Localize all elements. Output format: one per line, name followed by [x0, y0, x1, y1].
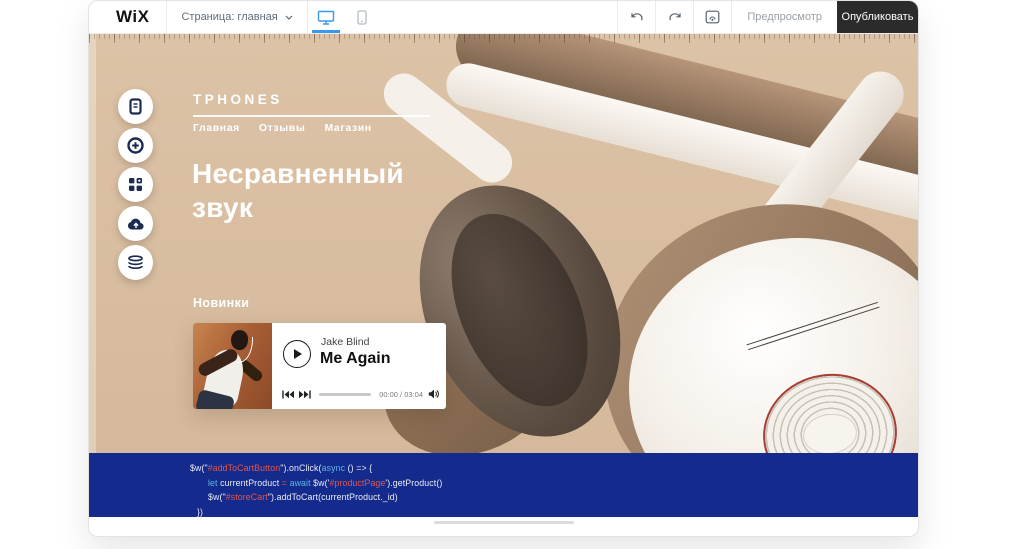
code-line: $w("#storeCart").addToCart(currentProduc…: [89, 490, 918, 505]
code-token: let: [208, 478, 218, 488]
save-icon: [705, 10, 720, 24]
code-token: #storeCart: [226, 492, 268, 502]
undo-icon: [630, 11, 644, 23]
code-line: let currentProduct = await $w('#productP…: [89, 476, 918, 491]
upload-media-button[interactable]: [118, 206, 153, 241]
code-token: $w(': [311, 478, 330, 488]
previous-track-icon: [282, 390, 294, 399]
code-token: $w(": [190, 463, 208, 473]
chevron-down-icon: [285, 15, 293, 20]
code-token: ').getProduct(): [385, 478, 442, 488]
pages-menu-button[interactable]: [118, 89, 153, 124]
nav-link-home[interactable]: Главная: [193, 122, 240, 134]
hero-title-line1: Несравненный: [192, 158, 404, 189]
track-title: Me Again: [320, 350, 391, 368]
code-section: $w("#addToCartButton").onClick(async () …: [89, 453, 918, 519]
publish-button[interactable]: Опубликовать: [837, 1, 918, 33]
code-token: $w(": [208, 492, 226, 502]
mobile-icon: [357, 10, 367, 25]
undo-button[interactable]: [618, 1, 655, 33]
code-token: async: [322, 463, 345, 473]
horizontal-ruler: [89, 34, 918, 43]
site-navigation: Главная Отзывы Магазин: [193, 122, 372, 134]
mobile-view-button[interactable]: [344, 1, 380, 33]
editor-canvas: TPHONES Главная Отзывы Магазин Несравнен…: [89, 34, 918, 517]
pages-icon: [127, 98, 144, 115]
nav-link-reviews[interactable]: Отзывы: [259, 122, 306, 134]
add-element-icon: [127, 137, 144, 154]
save-button[interactable]: [694, 1, 731, 33]
artist-name: Jake Blind: [321, 336, 369, 348]
preview-button[interactable]: Предпросмотр: [732, 1, 837, 33]
code-token: currentProduct: [218, 478, 282, 488]
album-art: [193, 323, 272, 409]
previous-track-button[interactable]: [282, 390, 294, 399]
hero-title-line2: звук: [192, 192, 253, 223]
editor-toolbar: WiX Страница: главная: [89, 1, 918, 34]
upload-media-icon: [127, 217, 145, 231]
code-line: $w("#addToCartButton").onClick(async () …: [89, 461, 918, 476]
code-token: #productPage: [329, 478, 385, 488]
code-token: }): [197, 507, 203, 517]
hero-title: Несравненныйзвук: [192, 157, 404, 225]
add-apps-button[interactable]: [118, 167, 153, 202]
album-art-figure: [237, 337, 253, 363]
time-display: 00:00 / 03:04: [379, 390, 423, 399]
site-logo-text: TPHONES: [193, 92, 283, 107]
window-notch: [434, 521, 574, 524]
editor-sidebar: [118, 89, 153, 280]
toolbar-right-group: Предпросмотр Опубликовать: [617, 1, 918, 33]
play-button[interactable]: [283, 340, 311, 368]
redo-button[interactable]: [656, 1, 693, 33]
database-button[interactable]: [118, 245, 153, 280]
music-player: Jake Blind Me Again: [193, 323, 446, 409]
wix-logo: WiX: [89, 1, 166, 33]
nav-link-store[interactable]: Магазин: [324, 122, 371, 134]
progress-bar[interactable]: [319, 393, 371, 396]
desktop-icon: [317, 10, 335, 25]
page-selector-label: Страница: главная: [181, 11, 277, 23]
page-selector-dropdown[interactable]: Страница: главная: [167, 1, 306, 33]
code-lines: $w("#addToCartButton").onClick(async () …: [89, 461, 918, 519]
desktop-view-button[interactable]: [308, 1, 344, 33]
page-background: WiX Страница: главная: [0, 0, 1009, 549]
code-token: () => {: [345, 463, 372, 473]
volume-icon: [428, 389, 439, 399]
redo-icon: [668, 11, 682, 23]
wix-editor-window: WiX Страница: главная: [88, 0, 919, 537]
database-icon: [127, 255, 144, 271]
code-token: ").addToCart(currentProduct._id): [268, 492, 398, 502]
code-token: #addToCartButton: [208, 463, 281, 473]
new-releases-label: Новинки: [193, 296, 249, 310]
next-track-button[interactable]: [299, 390, 311, 399]
next-track-icon: [299, 390, 311, 399]
window-bottom-bar: [89, 517, 918, 536]
code-token: ").onClick(: [280, 463, 321, 473]
add-element-button[interactable]: [118, 128, 153, 163]
volume-button[interactable]: [428, 389, 439, 399]
hero-section: TPHONES Главная Отзывы Магазин Несравнен…: [89, 34, 918, 453]
add-apps-icon: [127, 176, 144, 193]
player-body: Jake Blind Me Again: [272, 323, 446, 409]
player-controls: 00:00 / 03:04: [282, 389, 439, 399]
code-token: await: [290, 478, 311, 488]
site-logo-underline: [193, 115, 430, 117]
